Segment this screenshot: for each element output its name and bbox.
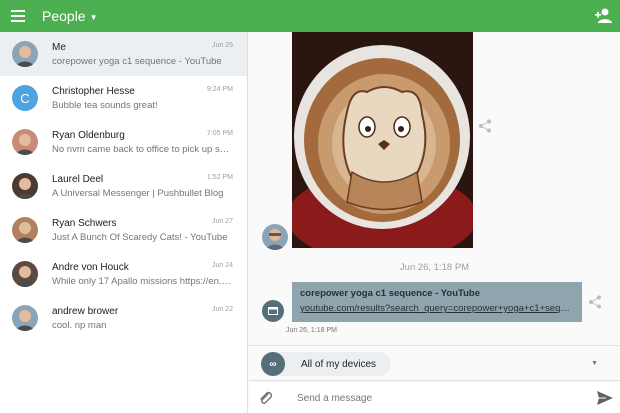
menu-button[interactable]: [0, 0, 36, 32]
avatar: [12, 305, 38, 331]
conversation-name: Laurel Deel: [52, 173, 104, 185]
latte-art-image[interactable]: [292, 32, 473, 248]
conversation-preview: corepower yoga c1 sequence - YouTube: [52, 55, 222, 67]
avatar: C: [12, 85, 38, 111]
conversation-preview: Just A Bunch Of Scaredy Cats! - YouTube: [52, 231, 228, 243]
conversation-name: Me: [52, 41, 66, 53]
device-selector-bar: ∞ All of my devices ▼: [249, 345, 620, 381]
conversation-time: Jun 24: [211, 262, 233, 269]
conversation-time: 7:05 PM: [206, 130, 233, 137]
link-message-icon: [262, 300, 284, 322]
people-dropdown[interactable]: People ▼: [42, 8, 98, 24]
avatar: [12, 41, 38, 67]
conversation-text: Andre von Houck While only 17 Apallo miss…: [52, 262, 232, 287]
conversation-preview: No nvm came back to office to pick up so…: [52, 143, 232, 155]
conversation-name: Ryan Oldenburg: [52, 129, 125, 141]
link-message-card[interactable]: corepower yoga c1 sequence - YouTube you…: [292, 282, 582, 322]
conversation-text: Ryan Schwers Just A Bunch Of Scaredy Cats…: [52, 218, 232, 243]
conversation-item[interactable]: Andre von Houck While only 17 Apallo miss…: [0, 252, 247, 296]
conversation-text: Christopher Hesse Bubble tea sounds great…: [52, 86, 232, 111]
share-icon[interactable]: [478, 119, 492, 133]
conversation-item[interactable]: C Christopher Hesse Bubble tea sounds grea…: [0, 76, 247, 120]
conversation-name: Christopher Hesse: [52, 85, 135, 97]
device-selector[interactable]: ∞ All of my devices: [261, 352, 391, 376]
conversation-item[interactable]: andrew brower cool. np man Jun 22: [0, 296, 247, 340]
paperclip-icon[interactable]: [257, 390, 273, 406]
conversation-text: Me corepower yoga c1 sequence - YouTube: [52, 42, 232, 67]
send-icon[interactable]: [596, 389, 614, 407]
conversation-time: Jun 26: [211, 42, 233, 49]
conversation-time: 1:52 PM: [206, 174, 233, 181]
sender-avatar: [262, 224, 288, 250]
conversation-preview: A Universal Messenger | Pushbullet Blog: [52, 187, 224, 199]
chevron-down-icon: ▼: [89, 12, 98, 22]
conversation-text: Laurel Deel A Universal Messenger | Pushb…: [52, 174, 232, 199]
app-bar: People ▼: [0, 0, 620, 32]
hamburger-icon: [11, 10, 25, 22]
link-url[interactable]: youtube.com/results?search_query=corepow…: [300, 303, 574, 314]
chat-thread: Jun 26, 1:18 PM corepower yoga c1 sequen…: [249, 32, 620, 413]
link-message-time: Jun 26, 1:18 PM: [286, 327, 337, 334]
conversation-name: andrew brower: [52, 305, 119, 317]
conversation-name: Andre von Houck: [52, 261, 129, 273]
conversation-preview: cool. np man: [52, 319, 107, 331]
device-selector-label: All of my devices: [301, 358, 377, 370]
conversation-item[interactable]: Laurel Deel A Universal Messenger | Pushb…: [0, 164, 247, 208]
add-person-icon[interactable]: [594, 6, 614, 26]
avatar: [12, 173, 38, 199]
conversation-text: andrew brower cool. np man: [52, 306, 232, 331]
conversation-item[interactable]: Ryan Schwers Just A Bunch Of Scaredy Cats…: [0, 208, 247, 252]
conversation-text: Ryan Oldenburg No nvm came back to office…: [52, 130, 232, 155]
conversation-preview: While only 17 Apallo missions https://en…: [52, 275, 232, 287]
browser-icon: [268, 307, 278, 315]
message-composer: [249, 382, 620, 413]
conversation-time: Jun 27: [211, 218, 233, 225]
page-title: People: [42, 8, 86, 24]
conversation-time: 9:24 PM: [206, 86, 233, 93]
link-title: corepower yoga c1 sequence - YouTube: [300, 288, 481, 299]
conversation-preview: Bubble tea sounds great!: [52, 99, 158, 111]
chevron-down-icon[interactable]: ▼: [591, 360, 598, 367]
conversation-item[interactable]: Me corepower yoga c1 sequence - YouTube Ju…: [0, 32, 247, 76]
conversation-name: Ryan Schwers: [52, 217, 117, 229]
conversation-list: Me corepower yoga c1 sequence - YouTube Ju…: [0, 32, 248, 413]
avatar: [12, 217, 38, 243]
conversation-item[interactable]: Ryan Oldenburg No nvm came back to office…: [0, 120, 247, 164]
latte-photo-drawing: [292, 32, 473, 248]
infinity-icon: ∞: [261, 352, 285, 376]
message-input[interactable]: [289, 387, 579, 409]
message-timestamp: Jun 26, 1:18 PM: [399, 262, 470, 273]
conversation-time: Jun 22: [211, 306, 233, 313]
avatar: [12, 261, 38, 287]
avatar: [12, 129, 38, 155]
share-icon[interactable]: [588, 295, 602, 309]
